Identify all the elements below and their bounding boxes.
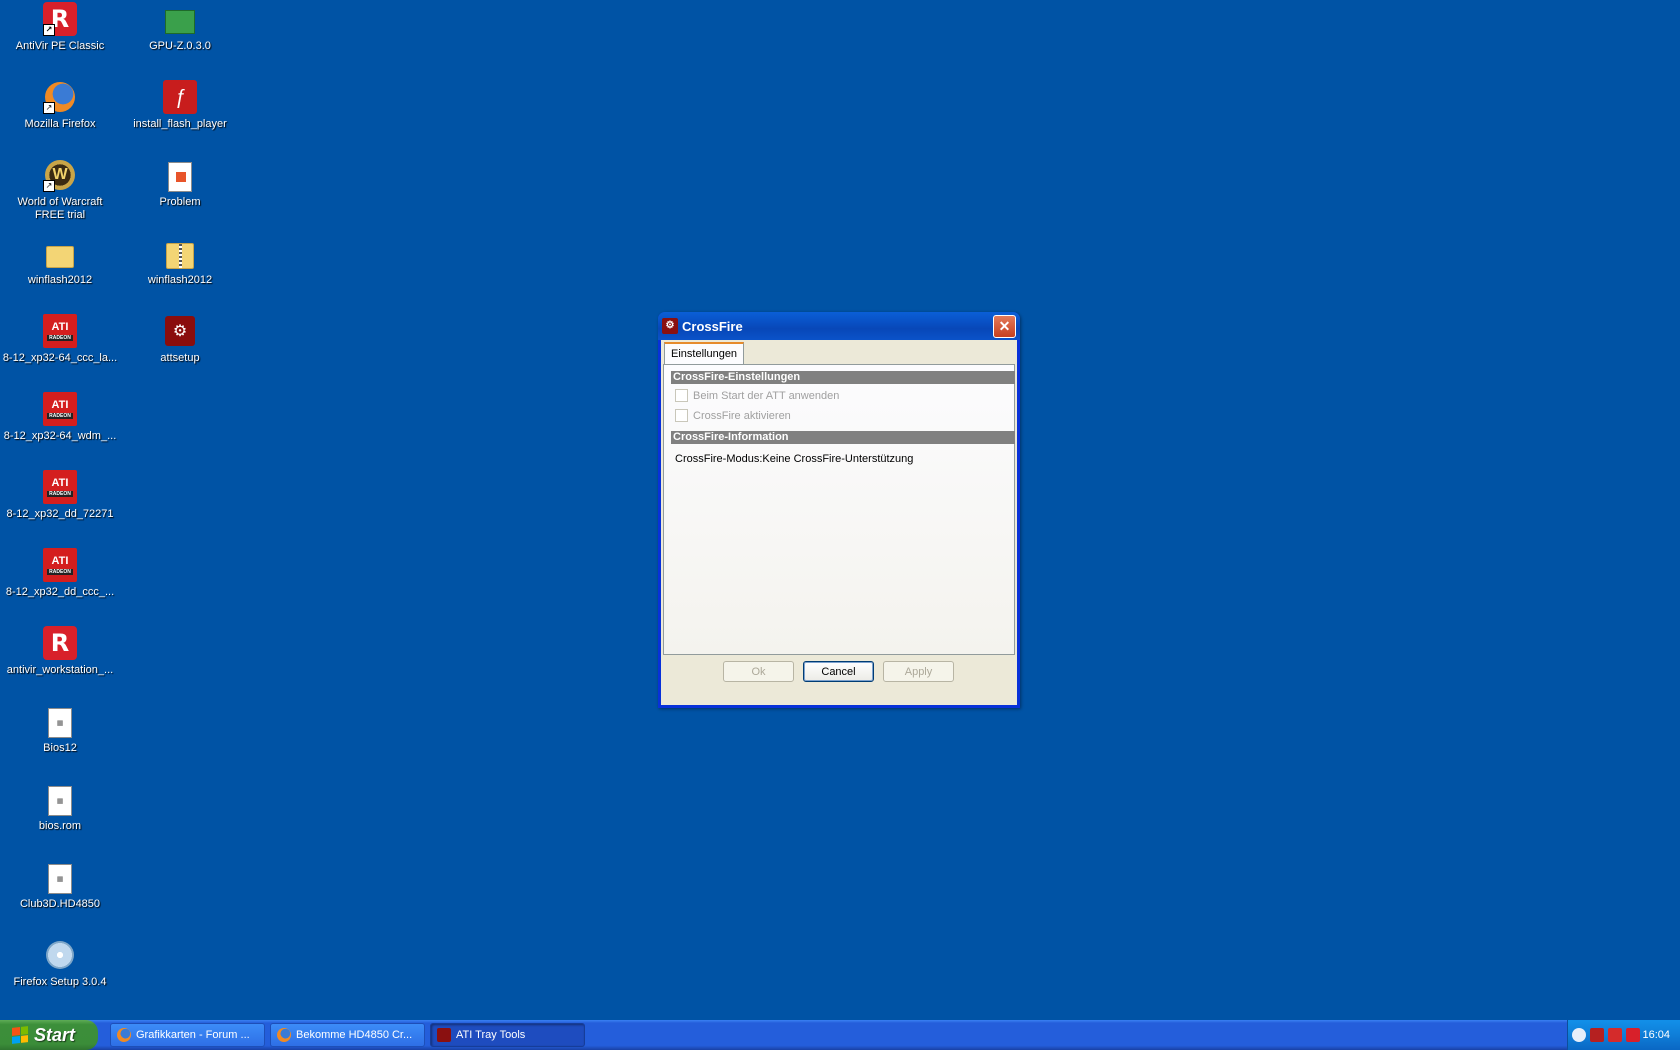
desktop-icon-label: 8-12_xp32_dd_72271 <box>6 508 114 520</box>
ok-button[interactable]: Ok <box>723 661 794 682</box>
desktop-icon-wow-trial[interactable]: W ↗ World of Warcraft FREE trial <box>0 158 120 222</box>
desktop-icon-label: GPU-Z.0.3.0 <box>149 40 211 52</box>
rom-file-icon: ▦ <box>43 782 77 816</box>
start-label: Start <box>34 1024 76 1045</box>
firefox-icon <box>277 1028 291 1042</box>
dialog-titlebar[interactable]: ⚙ CrossFire ✕ <box>658 312 1020 340</box>
show-hidden-icons-icon[interactable] <box>1572 1028 1586 1042</box>
crossfire-dialog: ⚙ CrossFire ✕ Einstellungen CrossFire-Ei… <box>658 312 1020 708</box>
taskbar-item-ati-tray-tools[interactable]: ATI Tray Tools <box>430 1023 585 1047</box>
section-header-settings: CrossFire-Einstellungen <box>671 371 1015 384</box>
desktop-icon-club3d-hd4850[interactable]: ▦ Club3D.HD4850 <box>0 860 120 911</box>
desktop-icon-label: attsetup <box>160 352 200 364</box>
ati-tray-tools-icon: ⚙ <box>662 318 678 334</box>
checkbox-box[interactable] <box>675 409 688 422</box>
apply-button[interactable]: Apply <box>883 661 954 682</box>
crossfire-mode-info: CrossFire-Modus:Keine CrossFire-Unterstü… <box>675 453 914 465</box>
close-button[interactable]: ✕ <box>993 315 1016 338</box>
ati-tray-tools-icon[interactable] <box>1590 1028 1604 1042</box>
tab-einstellungen[interactable]: Einstellungen <box>664 342 745 364</box>
dialog-title: CrossFire <box>682 318 743 334</box>
desktop-icon-label: Firefox Setup 3.0.4 <box>13 976 107 988</box>
desktop-icon-label: bios.rom <box>38 820 82 832</box>
desktop-icon-label: winflash2012 <box>147 274 213 286</box>
desktop-icon-bios-rom[interactable]: ▦ bios.rom <box>0 782 120 833</box>
desktop-icon-label: World of Warcraft FREE trial <box>17 196 103 221</box>
desktop-icon-label: install_flash_player <box>133 118 227 130</box>
image-file-icon <box>163 158 197 192</box>
ati-icon: ATI RADEON <box>43 392 77 426</box>
desktop-icon-label: 8-12_xp32_dd_ccc_... <box>5 586 115 598</box>
desktop-icon-label: antivir_workstation_... <box>6 664 114 676</box>
cancel-button[interactable]: Cancel <box>803 661 874 682</box>
desktop-icon-firefox-setup[interactable]: Firefox Setup 3.0.4 <box>0 938 120 989</box>
desktop-icon-antivir-workstation[interactable]: R antivir_workstation_... <box>0 626 120 677</box>
desktop-icon-problem[interactable]: Problem <box>120 158 240 209</box>
start-button[interactable]: Start <box>0 1020 98 1050</box>
desktop-icon-attsetup[interactable]: ⚙ attsetup <box>120 314 240 365</box>
taskbar-item-label: Grafikkarten - Forum ... <box>136 1029 250 1041</box>
close-icon: ✕ <box>998 318 1011 334</box>
checkbox-label: CrossFire aktivieren <box>693 409 791 422</box>
ati-icon: ATI RADEON <box>43 548 77 582</box>
desktop-icon-label: 8-12_xp32-64_wdm_... <box>3 430 117 442</box>
ati-tray-tools-icon <box>437 1028 451 1042</box>
taskbar-item-label: Bekomme HD4850 Cr... <box>296 1029 413 1041</box>
zip-folder-icon <box>163 236 197 270</box>
taskbar: Start Grafikkarten - Forum ... Bekomme H… <box>0 1020 1680 1050</box>
desktop-icon-gpu-z[interactable]: GPU-Z.0.3.0 <box>120 2 240 53</box>
taskbar-item-grafikkarten-forum[interactable]: Grafikkarten - Forum ... <box>110 1023 265 1047</box>
desktop-icon-winflash-zip[interactable]: winflash2012 <box>120 236 240 287</box>
desktop-icon-antivir-pe[interactable]: R ↗ AntiVir PE Classic <box>0 2 120 53</box>
firefox-icon: ↗ <box>43 80 77 114</box>
checkbox-label: Beim Start der ATT anwenden <box>693 389 840 402</box>
system-tray: 16:04 <box>1567 1020 1680 1050</box>
windows-flag-icon <box>12 1026 28 1044</box>
checkbox-apply-on-start[interactable]: Beim Start der ATT anwenden <box>675 389 839 402</box>
desktop-icon-install-flash[interactable]: ƒ install_flash_player <box>120 80 240 131</box>
ati-icon: ATI RADEON <box>43 314 77 348</box>
dialog-client-area: Einstellungen CrossFire-Einstellungen Be… <box>661 340 1017 705</box>
desktop-icon-ati-dd-72271[interactable]: ATI RADEON 8-12_xp32_dd_72271 <box>0 470 120 521</box>
desktop-icon-mozilla-firefox[interactable]: ↗ Mozilla Firefox <box>0 80 120 131</box>
avira-icon[interactable] <box>1626 1028 1640 1042</box>
desktop-icon-label: Club3D.HD4850 <box>19 898 101 910</box>
avira-icon: R <box>43 626 77 660</box>
wow-icon: W ↗ <box>43 158 77 192</box>
checkbox-enable-crossfire[interactable]: CrossFire aktivieren <box>675 409 791 422</box>
rom-file-icon: ▦ <box>43 704 77 738</box>
ati-icon: ATI RADEON <box>43 470 77 504</box>
desktop-icon-ati-wdm[interactable]: ATI RADEON 8-12_xp32-64_wdm_... <box>0 392 120 443</box>
taskbar-item-label: ATI Tray Tools <box>456 1029 526 1041</box>
desktop-icon-bios12[interactable]: ▦ Bios12 <box>0 704 120 755</box>
clock[interactable]: 16:04 <box>1642 1029 1670 1041</box>
desktop-icon-label: AntiVir PE Classic <box>15 40 105 52</box>
desktop-icon-label: Problem <box>159 196 201 208</box>
avira-icon: R ↗ <box>43 2 77 36</box>
desktop-icon-label: Mozilla Firefox <box>24 118 96 130</box>
shield-icon[interactable] <box>1608 1028 1622 1042</box>
desktop-icon-ati-ccc-la[interactable]: ATI RADEON 8-12_xp32-64_ccc_la... <box>0 314 120 365</box>
folder-icon <box>43 236 77 270</box>
taskbar-item-bekomme-hd4850[interactable]: Bekomme HD4850 Cr... <box>270 1023 425 1047</box>
rom-file-icon: ▦ <box>43 860 77 894</box>
flash-icon: ƒ <box>163 80 197 114</box>
setup-icon <box>43 938 77 972</box>
section-header-information: CrossFire-Information <box>671 431 1015 444</box>
desktop-icon-label: winflash2012 <box>27 274 93 286</box>
checkbox-box[interactable] <box>675 389 688 402</box>
desktop-icon-winflash-folder[interactable]: winflash2012 <box>0 236 120 287</box>
tab-panel: CrossFire-Einstellungen Beim Start der A… <box>663 364 1015 655</box>
desktop-icon-label: 8-12_xp32-64_ccc_la... <box>2 352 118 364</box>
att-setup-icon: ⚙ <box>163 314 197 348</box>
firefox-icon <box>117 1028 131 1042</box>
desktop-icon-label: Bios12 <box>43 742 77 754</box>
gpu-card-icon <box>163 2 197 36</box>
desktop-icon-ati-dd-ccc[interactable]: ATI RADEON 8-12_xp32_dd_ccc_... <box>0 548 120 599</box>
